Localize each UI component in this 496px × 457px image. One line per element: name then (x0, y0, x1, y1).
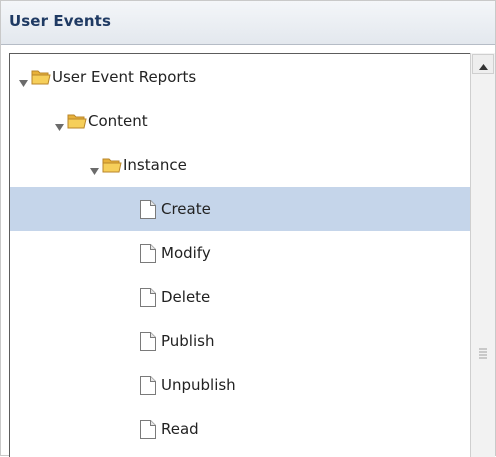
tree-node-label: Instance (123, 156, 187, 174)
folder-open-icon (67, 113, 87, 129)
scroll-grip-icon[interactable] (478, 345, 488, 359)
user-events-panel: User Events User Event Reports Content I… (0, 0, 496, 457)
tree-leaf-label: Create (161, 200, 211, 218)
panel-title: User Events (9, 12, 111, 30)
tree-leaf-label: Delete (161, 288, 211, 306)
document-icon (139, 419, 157, 440)
tree-leaf-label: Unpublish (161, 376, 236, 394)
document-icon (139, 243, 157, 264)
scroll-up-button[interactable] (472, 54, 494, 74)
tree-leaf-read[interactable]: Read (10, 407, 470, 451)
expand-toggle-icon[interactable] (55, 117, 64, 131)
vertical-scrollbar[interactable] (470, 53, 495, 457)
tree-leaf-label: Publish (161, 332, 215, 350)
document-icon (139, 331, 157, 352)
tree-leaf-create[interactable]: Create (10, 187, 470, 231)
folder-open-icon (102, 157, 122, 173)
expand-toggle-icon[interactable] (90, 161, 99, 175)
document-icon (139, 375, 157, 396)
tree-view[interactable]: User Event Reports Content Instance Crea… (9, 53, 470, 457)
tree-leaf-label: Modify (161, 244, 211, 262)
tree-node-label: User Event Reports (52, 68, 197, 86)
expand-toggle-icon[interactable] (19, 73, 28, 87)
tree-leaf-label: Read (161, 420, 199, 438)
arrow-up-icon (478, 55, 488, 74)
document-icon (139, 287, 157, 308)
tree-leaf-delete[interactable]: Delete (10, 275, 470, 319)
tree-node-instance[interactable]: Instance (10, 143, 470, 187)
tree-node-label: Content (88, 112, 148, 130)
tree-leaf-unpublish[interactable]: Unpublish (10, 363, 470, 407)
folder-open-icon (31, 69, 51, 85)
document-icon (139, 199, 157, 220)
tree-node-user-event-reports[interactable]: User Event Reports (10, 55, 470, 99)
tree-leaf-modify[interactable]: Modify (10, 231, 470, 275)
panel-header: User Events (1, 1, 495, 45)
tree-node-content[interactable]: Content (10, 99, 470, 143)
tree-leaf-publish[interactable]: Publish (10, 319, 470, 363)
